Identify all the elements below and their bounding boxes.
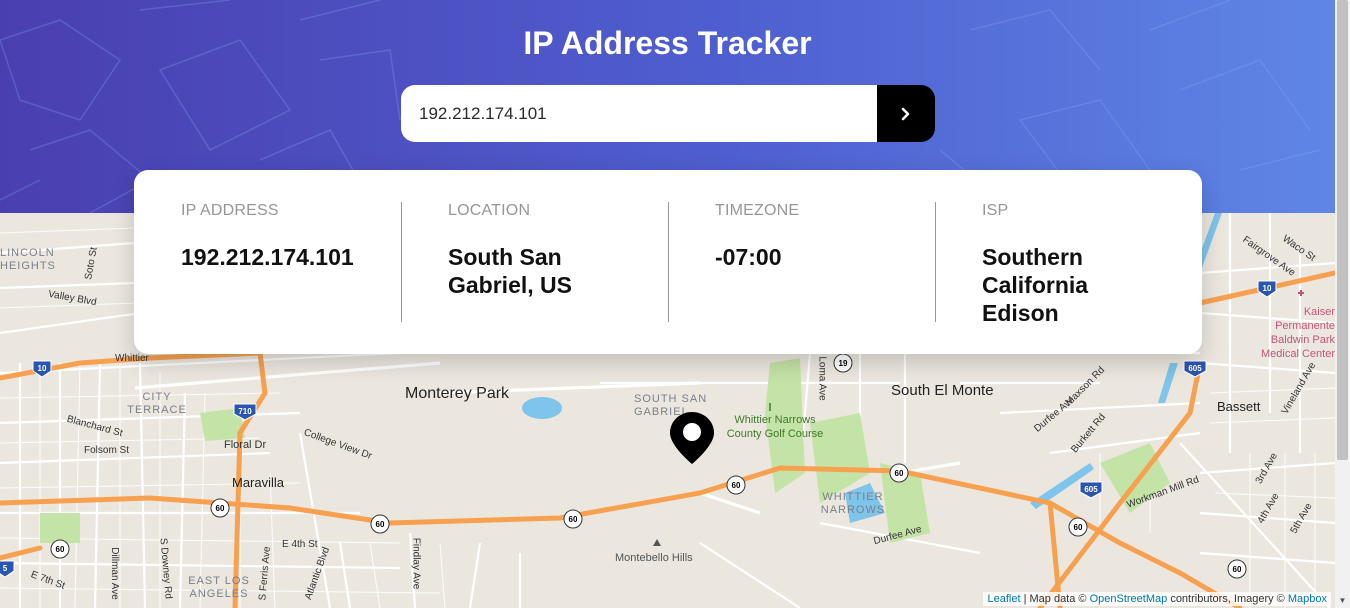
- place-whittier-narrows: WHITTIER NARROWS: [820, 491, 886, 516]
- ip-info-card: IP Address 192.212.174.101 Location Sout…: [134, 170, 1202, 354]
- scrollbar-thumb[interactable]: [1337, 0, 1348, 460]
- scroll-down-arrow-icon[interactable]: ▼: [1335, 593, 1350, 608]
- place-lincoln-heights: LINCOLN HEIGHTS: [0, 247, 56, 272]
- chevron-right-icon: [901, 107, 910, 120]
- street-e4th: E 4th St: [282, 539, 318, 550]
- place-kaiser: Kaiser Permanente Baldwin Park Medical C…: [1261, 306, 1335, 360]
- info-timezone: Timezone -07:00: [668, 202, 935, 322]
- map-attribution: Leaflet | Map data © OpenStreetMap contr…: [983, 592, 1331, 606]
- info-value: 192.212.174.101: [181, 244, 354, 270]
- street-loma: Loma Ave: [816, 356, 828, 401]
- svg-text:60: 60: [569, 515, 578, 524]
- info-label: ISP: [982, 202, 1009, 219]
- place-whittier-golf: Whittier Narrows County Golf Course: [726, 414, 824, 440]
- ip-search-input[interactable]: [401, 85, 877, 142]
- street-dillman: Dillman Ave: [108, 547, 120, 600]
- page-scrollbar[interactable]: ▼: [1335, 0, 1350, 608]
- info-value: -07:00: [715, 244, 782, 270]
- attribution-data-text: | Map data ©: [1023, 593, 1087, 605]
- svg-text:60: 60: [56, 545, 65, 554]
- page-title: IP Address Tracker: [523, 25, 812, 61]
- info-label: Location: [448, 202, 531, 219]
- place-city-terrace: CITY TERRACE: [127, 391, 187, 416]
- svg-text:10: 10: [38, 364, 47, 373]
- svg-text:5: 5: [3, 564, 8, 573]
- attribution-contrib-text: contributors, Imagery ©: [1170, 593, 1285, 605]
- info-label: Timezone: [715, 202, 800, 219]
- openstreetmap-link[interactable]: OpenStreetMap: [1090, 593, 1168, 605]
- svg-text:10: 10: [1263, 284, 1272, 293]
- svg-text:60: 60: [895, 469, 904, 478]
- place-south-el-monte: South El Monte: [891, 382, 994, 399]
- place-maravilla: Maravilla: [232, 475, 285, 490]
- info-label: IP Address: [181, 202, 279, 219]
- svg-text:710: 710: [238, 407, 252, 416]
- search-bar: [401, 85, 935, 142]
- street-floral: Floral Dr: [224, 439, 267, 451]
- location-marker-icon[interactable]: [668, 410, 716, 466]
- svg-text:60: 60: [376, 520, 385, 529]
- street-findlay: Findlay Ave: [410, 537, 422, 590]
- info-value: South San Gabriel, US: [448, 244, 572, 298]
- place-montebello-hills: Montebello Hills: [615, 552, 693, 564]
- svg-text:19: 19: [839, 359, 848, 368]
- svg-text:60: 60: [1074, 523, 1083, 532]
- shield-60-a: 60: [216, 504, 225, 513]
- place-east-los-angeles: EAST LOS ANGELES: [188, 575, 250, 600]
- info-location: Location South San Gabriel, US: [401, 202, 668, 322]
- info-value: Southern California Edison: [982, 244, 1089, 326]
- info-isp: ISP Southern California Edison: [935, 202, 1202, 326]
- leaflet-link[interactable]: Leaflet: [987, 593, 1020, 605]
- search-submit-button[interactable]: [877, 85, 935, 142]
- street-whittier: Whittier: [115, 353, 149, 364]
- svg-text:605: 605: [1084, 485, 1098, 494]
- mapbox-link[interactable]: Mapbox: [1288, 593, 1327, 605]
- svg-text:605: 605: [1188, 364, 1202, 373]
- place-bassett: Bassett: [1217, 399, 1261, 414]
- street-folsom: Folsom St: [84, 445, 130, 456]
- place-monterey-park: Monterey Park: [405, 385, 510, 402]
- svg-text:60: 60: [732, 481, 741, 490]
- svg-text:60: 60: [1233, 565, 1242, 574]
- info-ip-address: IP Address 192.212.174.101: [134, 202, 401, 322]
